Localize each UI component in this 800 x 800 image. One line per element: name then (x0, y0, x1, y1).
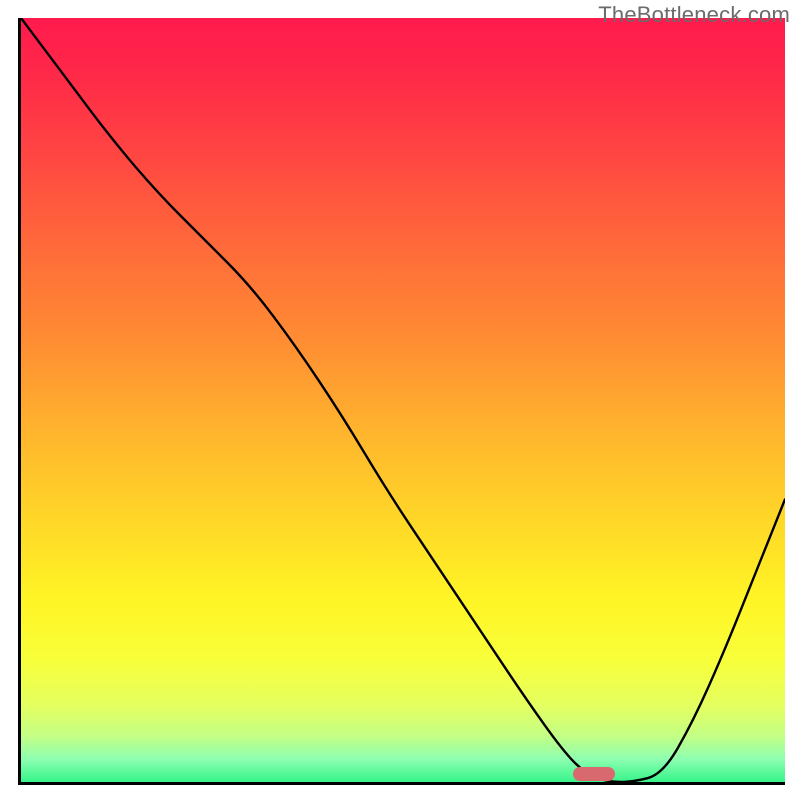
bottleneck-curve (21, 18, 785, 782)
plot-area (18, 18, 785, 785)
optimal-marker-pill (573, 767, 615, 781)
curve-svg (21, 18, 785, 782)
chart-container: TheBottleneck.com (0, 0, 800, 800)
